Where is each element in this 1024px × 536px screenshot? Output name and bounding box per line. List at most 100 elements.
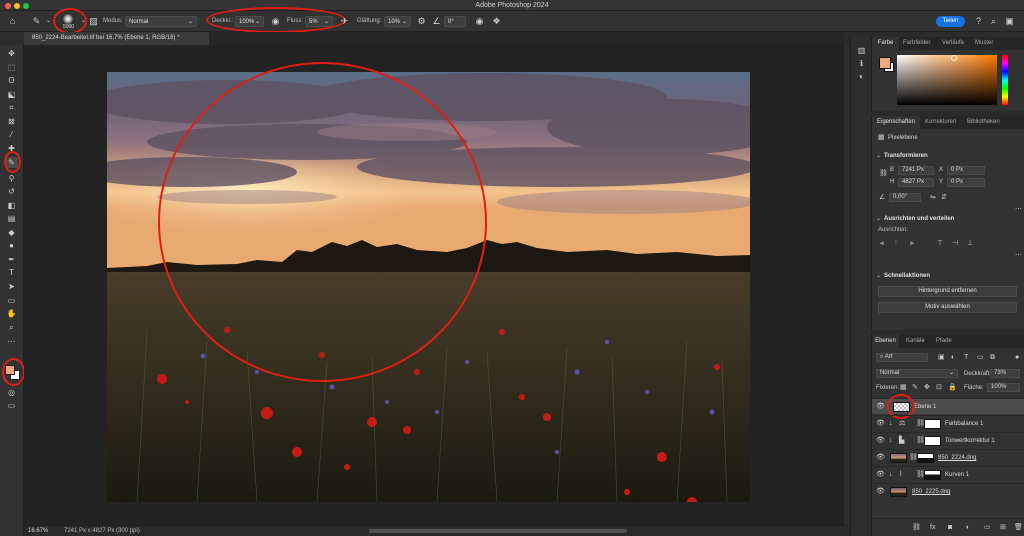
new-group-icon[interactable]: ▭ xyxy=(984,524,991,532)
align-center-h-icon[interactable]: ⫶ xyxy=(895,240,897,248)
document-tab[interactable]: 850_2224-Bearbeitet.tif bei 16,7% (Ebene… xyxy=(24,32,209,45)
rectangle-tool-icon[interactable]: ▭ xyxy=(5,295,18,306)
y-input[interactable]: 0 Px xyxy=(947,178,985,187)
tab-patterns[interactable]: Muster xyxy=(975,37,993,50)
clone-stamp-tool-icon[interactable]: ⚲ xyxy=(5,173,18,184)
color-picker-field[interactable] xyxy=(897,55,997,105)
move-tool-icon[interactable]: ✥ xyxy=(5,48,18,59)
smoothing-input[interactable]: 10% ⌄ xyxy=(384,16,411,27)
tab-gradients[interactable]: Verläufe xyxy=(942,37,964,50)
info-panel-icon[interactable]: ℹ xyxy=(856,58,867,69)
align-middle-v-icon[interactable]: ⊣ xyxy=(952,240,958,248)
flip-vertical-icon[interactable]: ⇵ xyxy=(941,194,947,202)
navigator-panel-icon[interactable]: ◐ xyxy=(856,71,867,82)
select-subject-button[interactable]: Motiv auswählen xyxy=(878,302,1017,313)
frame-tool-icon[interactable]: ⊠ xyxy=(5,116,18,127)
share-button[interactable]: Teilen xyxy=(936,16,965,27)
workspace-icon[interactable]: ▣ xyxy=(1004,16,1015,27)
help-icon[interactable]: ? xyxy=(973,16,984,27)
search-icon[interactable]: ⌕ xyxy=(988,16,999,27)
layer-name[interactable]: Kurven 1 xyxy=(945,472,969,478)
tab-libraries[interactable]: Bibliotheken xyxy=(967,116,1000,129)
fill-input[interactable]: 100% xyxy=(987,383,1020,392)
layer-name[interactable]: Ebene 1 xyxy=(914,404,936,410)
align-bottom-icon[interactable]: ⊥ xyxy=(967,240,973,248)
hue-slider[interactable] xyxy=(1002,55,1008,105)
opacity-input[interactable]: 100% ⌄ xyxy=(235,16,264,27)
link-icon[interactable]: ⛓ xyxy=(879,170,888,178)
align-left-icon[interactable]: ⫷ xyxy=(880,240,884,248)
history-brush-tool-icon[interactable]: ↺ xyxy=(5,186,18,197)
flow-input[interactable]: 5% ⌄ xyxy=(305,16,333,27)
eraser-tool-icon[interactable]: ◧ xyxy=(5,200,18,211)
visibility-eye-icon[interactable]: 👁 xyxy=(876,403,885,411)
tab-layers[interactable]: Ebenen xyxy=(872,335,899,348)
more-tools-icon[interactable]: ⋯ xyxy=(5,336,18,347)
hand-tool-icon[interactable]: ✋ xyxy=(5,308,18,319)
remove-background-button[interactable]: Hintergrund entfernen xyxy=(878,286,1017,297)
layer-name[interactable]: Tonwertkorrektur 1 xyxy=(945,438,995,444)
symmetry-icon[interactable]: ❖ xyxy=(491,16,502,27)
flip-horizontal-icon[interactable]: ⇋ xyxy=(930,194,936,202)
blur-tool-icon[interactable]: ◆ xyxy=(5,227,18,238)
delete-layer-icon[interactable]: 🗑 xyxy=(1014,524,1023,532)
visibility-eye-icon[interactable]: 👁 xyxy=(876,420,885,428)
filter-shape-icon[interactable]: ▭ xyxy=(977,354,984,362)
layer-row-kurven[interactable]: 👁 ↓ ⌇ ⛓ Kurven 1 xyxy=(872,466,1024,482)
fg-color-chip-front[interactable] xyxy=(879,57,891,69)
angle-input[interactable]: 0° xyxy=(444,16,466,27)
chevron-down-icon[interactable]: ⌄ xyxy=(876,272,881,280)
more-options-icon[interactable]: ⋯ xyxy=(1015,206,1022,214)
align-top-icon[interactable]: ⊤ xyxy=(937,240,943,248)
link-layers-icon[interactable]: ⛓ xyxy=(912,524,921,532)
mode-select[interactable]: Normal ⌄ xyxy=(125,16,197,27)
new-layer-icon[interactable]: ⊞ xyxy=(1000,524,1006,532)
brush-settings-icon[interactable]: ▨ xyxy=(88,16,99,27)
quick-mask-icon[interactable]: ◎ xyxy=(5,387,18,398)
layer-row-850-2225[interactable]: 👁 850_2225.dng xyxy=(872,483,1024,499)
zoom-tool-icon[interactable]: ⌕ xyxy=(5,322,18,333)
pen-tool-icon[interactable]: ✒ xyxy=(5,254,18,265)
chevron-down-icon[interactable]: ⌄ xyxy=(876,215,881,223)
align-right-icon[interactable]: ⫸ xyxy=(910,240,914,248)
visibility-eye-icon[interactable]: 👁 xyxy=(876,488,885,496)
visibility-eye-icon[interactable]: 👁 xyxy=(876,437,885,445)
horizontal-scrollbar[interactable] xyxy=(369,529,627,533)
layer-row-tonwertkorrektur[interactable]: 👁 ↓ ▙ ⛓ Tonwertkorrektur 1 xyxy=(872,432,1024,448)
gradient-tool-icon[interactable]: ▤ xyxy=(5,213,18,224)
layer-filter-select[interactable]: ⌕ Art xyxy=(876,353,928,362)
lock-pixels-icon[interactable]: ✎ xyxy=(912,384,918,392)
tab-paths[interactable]: Pfade xyxy=(936,335,952,348)
zoom-level[interactable]: 16.67% xyxy=(28,528,48,534)
visibility-eye-icon[interactable]: 👁 xyxy=(876,471,885,479)
lock-transparent-icon[interactable]: ▦ xyxy=(900,384,907,392)
filter-toggle-icon[interactable]: ● xyxy=(1015,354,1019,362)
filter-type-icon[interactable]: T xyxy=(964,354,968,362)
marquee-tool-icon[interactable]: ⬚ xyxy=(5,62,18,73)
foreground-color-swatch-front[interactable] xyxy=(5,365,15,375)
airbrush-icon[interactable]: ✈ xyxy=(339,16,350,27)
eyedropper-tool-icon[interactable]: ⁄ xyxy=(5,129,18,140)
x-input[interactable]: 0 Px xyxy=(947,166,985,175)
layer-row-ebene-1[interactable]: 👁 Ebene 1 xyxy=(872,394,1024,419)
layer-style-icon[interactable]: fx xyxy=(930,524,935,532)
tab-properties[interactable]: Eigenschaften xyxy=(872,116,920,129)
filter-adjustment-icon[interactable]: ◐ xyxy=(951,354,955,362)
new-adjustment-icon[interactable]: ◐ xyxy=(966,524,970,532)
object-selection-tool-icon[interactable]: ⬕ xyxy=(5,89,18,100)
lock-artboard-icon[interactable]: ⊡ xyxy=(936,384,942,392)
tab-adjustments[interactable]: Korrekturen xyxy=(925,116,956,129)
layer-name[interactable]: 850_2225.dng xyxy=(912,489,950,495)
filter-smart-icon[interactable]: ⧉ xyxy=(990,354,995,362)
layer-name[interactable]: Farbbalance 1 xyxy=(945,421,983,427)
canvas-area[interactable] xyxy=(24,45,844,525)
angle-input[interactable]: 0,00° xyxy=(889,193,921,202)
blend-mode-select[interactable]: Normal ⌄ xyxy=(876,369,958,378)
height-input[interactable]: 4827 Px xyxy=(898,178,934,187)
crop-tool-icon[interactable]: ⌗ xyxy=(5,102,18,113)
layer-row-850-2224[interactable]: 👁 ⛓ 850_2224.dng xyxy=(872,449,1024,465)
visibility-eye-icon[interactable]: 👁 xyxy=(876,454,885,462)
add-mask-icon[interactable]: ◙ xyxy=(948,524,952,532)
home-icon[interactable]: ⌂ xyxy=(7,16,18,27)
layer-opacity-input[interactable]: 73% xyxy=(990,369,1020,378)
